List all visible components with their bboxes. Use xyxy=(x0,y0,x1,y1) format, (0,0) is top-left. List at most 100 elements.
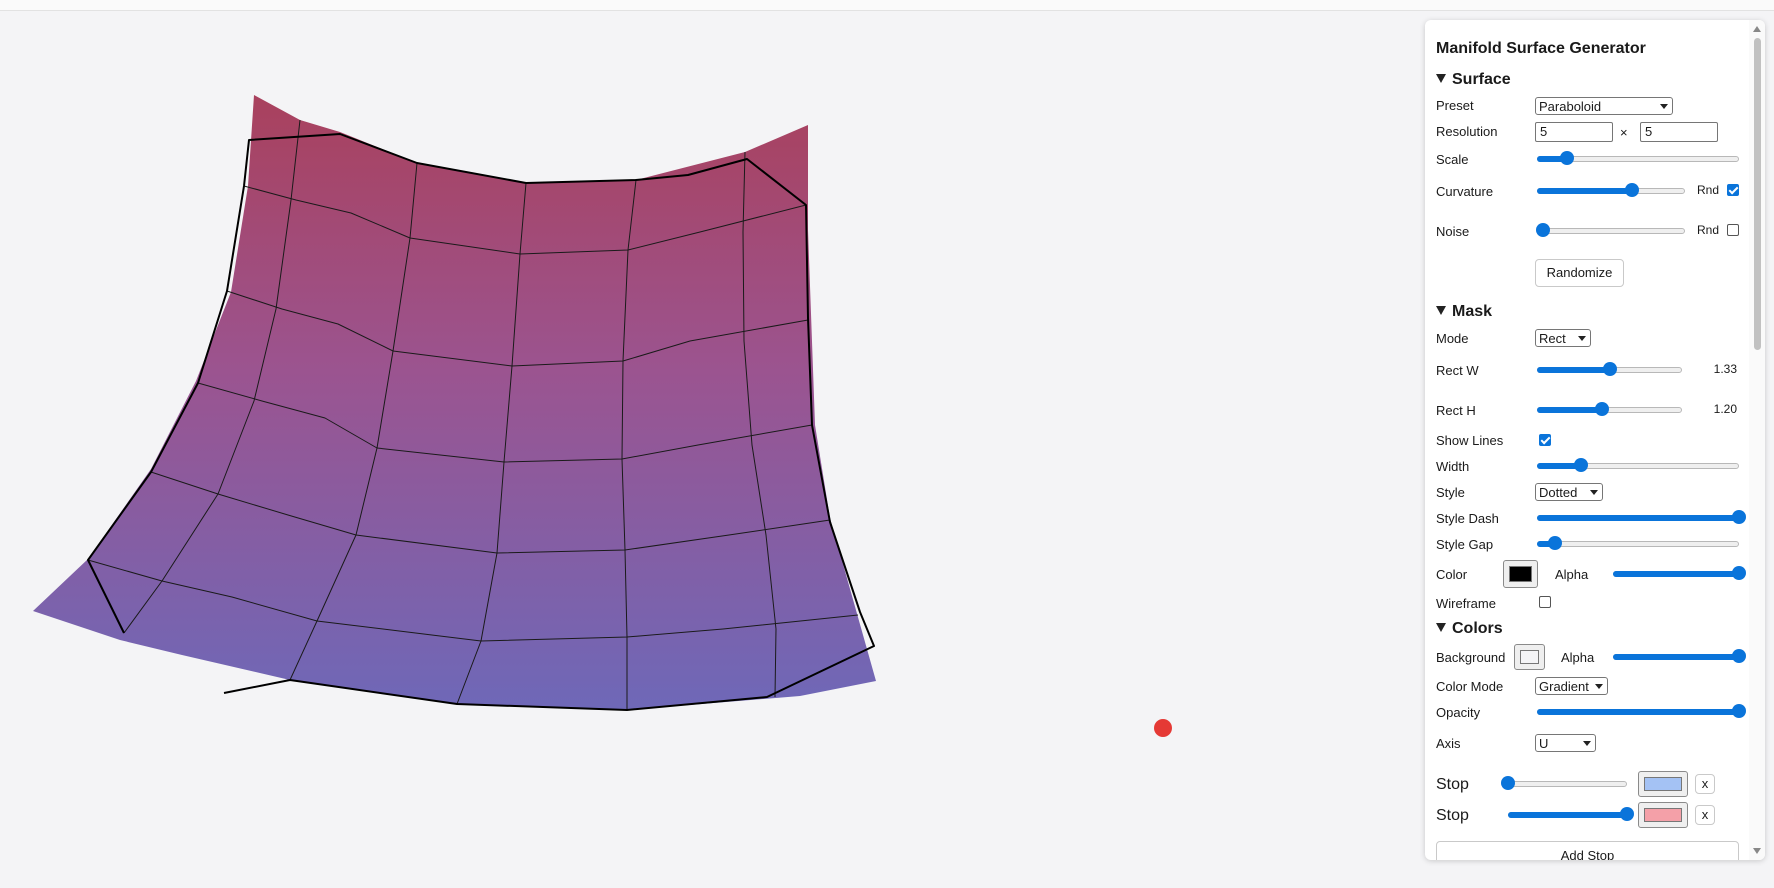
gradient-stop-swatch xyxy=(1644,777,1682,791)
remove-stop-button[interactable]: x xyxy=(1695,805,1715,825)
top-bar xyxy=(0,0,1774,11)
slider-track[interactable] xyxy=(1508,781,1627,787)
show-lines-checkbox[interactable] xyxy=(1539,434,1551,446)
wireframe-checkbox[interactable] xyxy=(1539,596,1551,608)
slider-thumb[interactable] xyxy=(1501,776,1515,790)
rect-h-value: 1.20 xyxy=(1713,402,1737,416)
slider-thumb[interactable] xyxy=(1732,566,1746,580)
slider-fill xyxy=(1537,515,1739,521)
style-dash-slider[interactable] xyxy=(1537,509,1746,525)
curvature-label: Curvature xyxy=(1436,184,1494,199)
resolution-label: Resolution xyxy=(1436,124,1498,139)
background-color-picker[interactable] xyxy=(1514,644,1545,670)
resolution-times-sign: × xyxy=(1620,125,1628,140)
slider-thumb[interactable] xyxy=(1620,807,1634,821)
add-stop-button[interactable]: Add Stop xyxy=(1436,841,1739,860)
slider-fill xyxy=(1537,407,1603,413)
slider-fill xyxy=(1508,812,1627,818)
section-mask-header[interactable]: Mask xyxy=(1436,303,1492,321)
line-width-label: Width xyxy=(1436,459,1470,474)
gradient-stop-swatch xyxy=(1644,808,1682,822)
curvature-rnd-checkbox[interactable] xyxy=(1727,184,1739,196)
rect-w-value: 1.33 xyxy=(1713,362,1737,376)
noise-rnd-checkbox[interactable] xyxy=(1727,224,1739,236)
background-color-swatch xyxy=(1520,650,1539,664)
scroll-down-arrow-icon[interactable] xyxy=(1753,848,1761,854)
opacity-slider[interactable] xyxy=(1537,703,1746,719)
slider-track[interactable] xyxy=(1537,541,1739,547)
show-lines-label: Show Lines xyxy=(1436,433,1504,448)
noise-label: Noise xyxy=(1436,224,1470,239)
collapse-triangle-icon xyxy=(1436,74,1446,83)
style-dash-label: Style Dash xyxy=(1436,511,1499,526)
slider-thumb[interactable] xyxy=(1535,223,1550,237)
rect-h-slider[interactable] xyxy=(1537,401,1682,417)
style-gap-label: Style Gap xyxy=(1436,537,1494,552)
color-mode-select[interactable]: Gradient xyxy=(1535,677,1608,695)
preset-select[interactable]: Paraboloid xyxy=(1535,97,1673,115)
background-label: Background xyxy=(1436,650,1506,665)
slider-thumb[interactable] xyxy=(1548,536,1563,550)
randomize-button[interactable]: Randomize xyxy=(1535,259,1624,287)
line-alpha-slider[interactable] xyxy=(1613,565,1746,581)
curvature-rnd-label: Rnd xyxy=(1697,183,1720,197)
panel-title: Manifold Surface Generator xyxy=(1436,40,1646,57)
section-surface-header[interactable]: Surface xyxy=(1436,71,1511,89)
opacity-label: Opacity xyxy=(1436,705,1481,720)
section-colors-header[interactable]: Colors xyxy=(1436,620,1503,638)
slider-fill xyxy=(1613,654,1739,660)
rect-w-slider[interactable] xyxy=(1537,361,1682,377)
collapse-triangle-icon xyxy=(1436,623,1446,632)
gradient-stop-color-picker[interactable] xyxy=(1638,802,1688,828)
slider-thumb[interactable] xyxy=(1595,402,1610,416)
color-mode-label: Color Mode xyxy=(1436,679,1504,694)
gradient-stop-label: Stop xyxy=(1436,776,1469,793)
resolution-v-input[interactable]: 5 xyxy=(1640,122,1718,142)
surface-mesh xyxy=(33,95,876,710)
scroll-up-arrow-icon[interactable] xyxy=(1753,26,1761,32)
panel-scrollbar[interactable] xyxy=(1749,20,1765,860)
mask-mode-select[interactable]: Rect xyxy=(1535,329,1591,347)
remove-stop-button[interactable]: x xyxy=(1695,774,1715,794)
background-alpha-label: Alpha xyxy=(1561,650,1595,665)
slider-thumb[interactable] xyxy=(1732,649,1746,663)
slider-thumb[interactable] xyxy=(1732,704,1746,718)
slider-fill xyxy=(1613,571,1739,577)
preset-label: Preset xyxy=(1436,98,1474,113)
surface-viewport[interactable] xyxy=(0,11,1420,888)
line-color-picker[interactable] xyxy=(1503,560,1538,588)
slider-fill xyxy=(1537,367,1610,373)
noise-rnd-label: Rnd xyxy=(1697,223,1720,237)
mask-mode-label: Mode xyxy=(1436,331,1469,346)
axis-select[interactable]: U xyxy=(1535,734,1596,752)
line-width-slider[interactable] xyxy=(1537,457,1739,473)
curvature-slider[interactable] xyxy=(1537,182,1685,198)
gradient-stop-slider[interactable] xyxy=(1501,775,1627,791)
resolution-u-input[interactable]: 5 xyxy=(1535,122,1613,142)
slider-thumb[interactable] xyxy=(1732,510,1746,524)
red-marker-dot xyxy=(1154,719,1172,737)
slider-thumb[interactable] xyxy=(1602,362,1617,376)
slider-fill xyxy=(1537,188,1632,194)
noise-slider[interactable] xyxy=(1535,222,1685,238)
line-style-select[interactable]: Dotted xyxy=(1535,483,1603,501)
scale-label: Scale xyxy=(1436,152,1469,167)
gradient-stop-color-picker[interactable] xyxy=(1638,771,1688,797)
scale-slider[interactable] xyxy=(1537,150,1739,166)
slider-thumb[interactable] xyxy=(1624,183,1639,197)
collapse-triangle-icon xyxy=(1436,306,1446,315)
slider-thumb[interactable] xyxy=(1574,458,1589,472)
style-gap-slider[interactable] xyxy=(1537,535,1739,551)
scrollbar-thumb[interactable] xyxy=(1754,38,1761,350)
axis-label: Axis xyxy=(1436,736,1461,751)
line-color-swatch xyxy=(1509,566,1532,582)
gradient-stop-slider[interactable] xyxy=(1508,806,1634,822)
background-alpha-slider[interactable] xyxy=(1613,648,1746,664)
slider-track[interactable] xyxy=(1537,228,1685,234)
slider-fill xyxy=(1537,709,1739,715)
controls-panel: Manifold Surface Generator Surface Prese… xyxy=(1425,20,1765,860)
line-alpha-label: Alpha xyxy=(1555,567,1589,582)
wireframe-label: Wireframe xyxy=(1436,596,1496,611)
rect-w-label: Rect W xyxy=(1436,363,1479,378)
slider-thumb[interactable] xyxy=(1560,151,1575,165)
